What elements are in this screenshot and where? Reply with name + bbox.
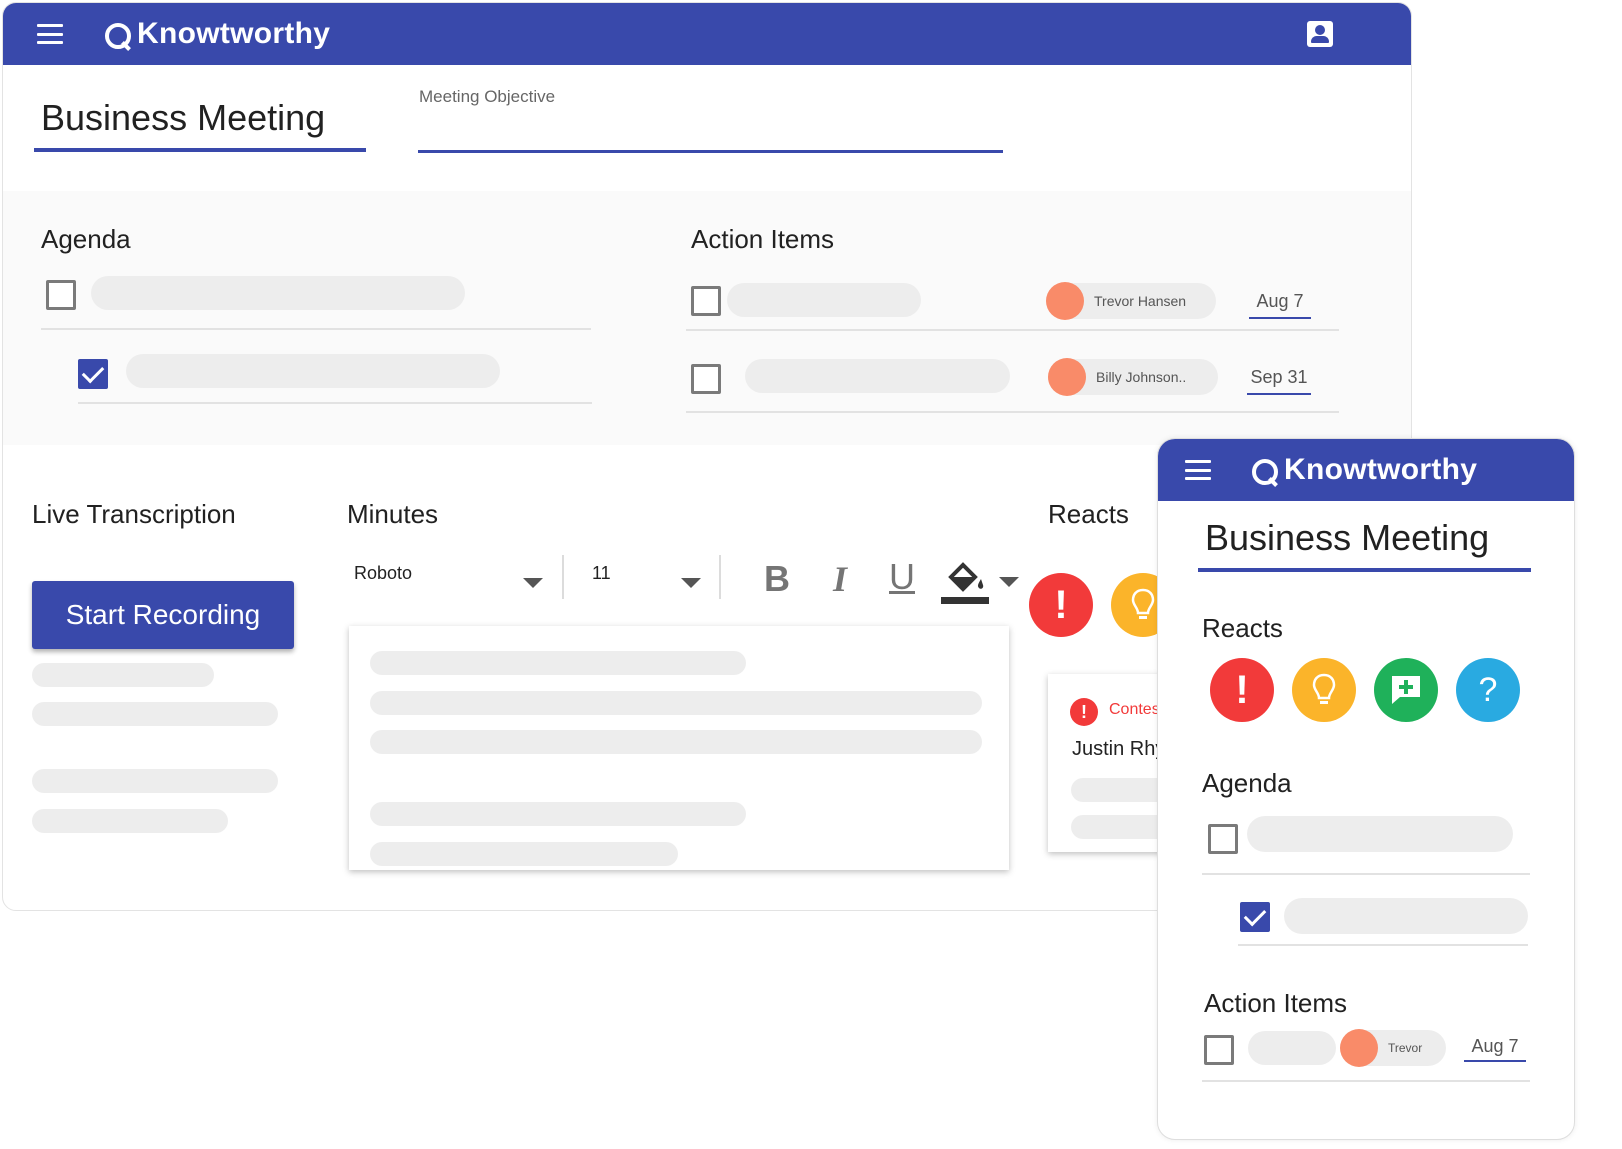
avatar [1046, 282, 1084, 320]
mobile-due-date[interactable]: Aug 7 [1464, 1036, 1526, 1057]
exclamation-icon: ! [1070, 698, 1098, 726]
meeting-objective-input[interactable] [418, 150, 1003, 153]
minutes-title: Minutes [347, 499, 439, 529]
underline-icon[interactable]: U [882, 557, 922, 597]
action-items-title: Action Items [691, 224, 835, 254]
font-family-chevron-down-icon[interactable] [523, 578, 543, 588]
assignee-name-2: Billy Johnson.. [1096, 369, 1187, 385]
logo-mark-icon [101, 19, 131, 51]
agenda-checkbox-1[interactable] [46, 280, 76, 310]
mobile-due-date-underline [1464, 1060, 1526, 1062]
meeting-objective-label: Meeting Objective [419, 87, 556, 106]
due-date-1[interactable]: Aug 7 [1249, 291, 1311, 312]
meeting-title[interactable]: Business Meeting [41, 97, 325, 139]
action-item-placeholder-1[interactable] [727, 283, 921, 317]
brand-name: Knowtworthy [137, 17, 331, 50]
assignee-chip-1[interactable]: Trevor Hansen [1046, 282, 1216, 320]
agenda-divider-2 [78, 402, 592, 404]
due-date-2[interactable]: Sep 31 [1247, 367, 1311, 388]
toolbar-separator [719, 555, 721, 599]
mobile-agenda-checkbox-1[interactable] [1208, 824, 1238, 854]
agenda-checkbox-2[interactable] [78, 359, 108, 389]
toolbar-separator [562, 555, 564, 599]
add-comment-icon[interactable] [1374, 658, 1438, 722]
bold-icon[interactable]: B [757, 559, 797, 599]
app-bar: Knowtworthy [3, 3, 1411, 65]
mobile-action-item-checkbox[interactable] [1204, 1035, 1234, 1065]
react-card-tag: Contes [1109, 701, 1160, 718]
fill-color-chevron-down-icon[interactable] [999, 577, 1019, 587]
mobile-action-items-title: Action Items [1204, 988, 1348, 1018]
start-recording-button[interactable]: Start Recording [32, 581, 294, 649]
exclamation-icon[interactable]: ! [1029, 573, 1093, 637]
logo-mark-icon [1248, 455, 1278, 487]
font-size-chevron-down-icon[interactable] [681, 578, 701, 588]
agenda-item-placeholder-1[interactable] [91, 276, 465, 310]
live-transcription-title: Live Transcription [32, 499, 236, 529]
minutes-line-placeholder [370, 730, 982, 754]
agenda-item-placeholder-2[interactable] [126, 354, 500, 388]
font-family-select[interactable]: Roboto [354, 563, 412, 584]
agenda-divider-1 [41, 328, 591, 330]
due-date-underline-1 [1249, 317, 1311, 319]
font-size-select[interactable]: 11 [592, 563, 611, 584]
mobile-meeting-title[interactable]: Business Meeting [1205, 517, 1489, 559]
mobile-meeting-title-underline [1198, 568, 1531, 572]
menu-icon[interactable] [1185, 460, 1211, 480]
action-item-checkbox-1[interactable] [691, 286, 721, 316]
italic-icon[interactable]: I [820, 559, 860, 599]
account-icon[interactable] [1307, 21, 1333, 47]
meeting-title-underline [34, 148, 366, 152]
avatar [1048, 358, 1086, 396]
minutes-editor[interactable] [349, 626, 1009, 870]
transcript-line-placeholder [32, 663, 214, 687]
react-card-author: Justin Rhy [1072, 738, 1166, 760]
brand-logo: Knowtworthy [101, 17, 330, 51]
brand-name: Knowtworthy [1284, 453, 1478, 486]
assignee-name-1: Trevor Hansen [1094, 293, 1187, 309]
transcript-line-placeholder [32, 809, 228, 833]
action-items-divider-2 [686, 411, 1339, 413]
action-item-placeholder-2[interactable] [745, 359, 1010, 393]
brand-logo: Knowtworthy [1248, 453, 1477, 487]
due-date-underline-2 [1247, 393, 1311, 395]
menu-icon[interactable] [37, 24, 63, 44]
mobile-agenda-title: Agenda [1202, 768, 1292, 798]
mobile-agenda-checkbox-2[interactable] [1240, 902, 1270, 932]
mobile-window: Knowtworthy Business Meeting Reacts ! ? … [1157, 438, 1575, 1140]
mobile-agenda-item-placeholder-1[interactable] [1247, 816, 1513, 852]
mobile-agenda-divider-1 [1202, 873, 1530, 875]
minutes-line-placeholder [370, 802, 746, 826]
fill-color-icon[interactable] [941, 557, 991, 605]
transcript-line-placeholder [32, 769, 278, 793]
action-item-checkbox-2[interactable] [691, 364, 721, 394]
mobile-reacts-title: Reacts [1202, 613, 1283, 643]
agenda-title: Agenda [41, 224, 131, 254]
mobile-assignee-name: Trevor [1388, 1041, 1423, 1055]
mobile-assignee-chip[interactable]: Trevor [1340, 1029, 1446, 1067]
mobile-agenda-item-placeholder-2[interactable] [1284, 898, 1528, 934]
reacts-title: Reacts [1048, 499, 1129, 529]
transcript-line-placeholder [32, 702, 278, 726]
lightbulb-icon[interactable] [1292, 658, 1356, 722]
mobile-action-item-placeholder[interactable] [1248, 1031, 1336, 1065]
mobile-app-bar: Knowtworthy [1158, 439, 1574, 501]
assignee-chip-2[interactable]: Billy Johnson.. [1048, 358, 1218, 396]
minutes-line-placeholder [370, 651, 746, 675]
mobile-action-items-divider [1202, 1080, 1530, 1082]
action-items-divider-1 [686, 329, 1339, 331]
minutes-line-placeholder [370, 691, 982, 715]
exclamation-icon[interactable]: ! [1210, 658, 1274, 722]
question-icon[interactable]: ? [1456, 658, 1520, 722]
minutes-line-placeholder [370, 842, 678, 866]
mobile-agenda-divider-2 [1238, 944, 1528, 946]
avatar [1340, 1029, 1378, 1067]
